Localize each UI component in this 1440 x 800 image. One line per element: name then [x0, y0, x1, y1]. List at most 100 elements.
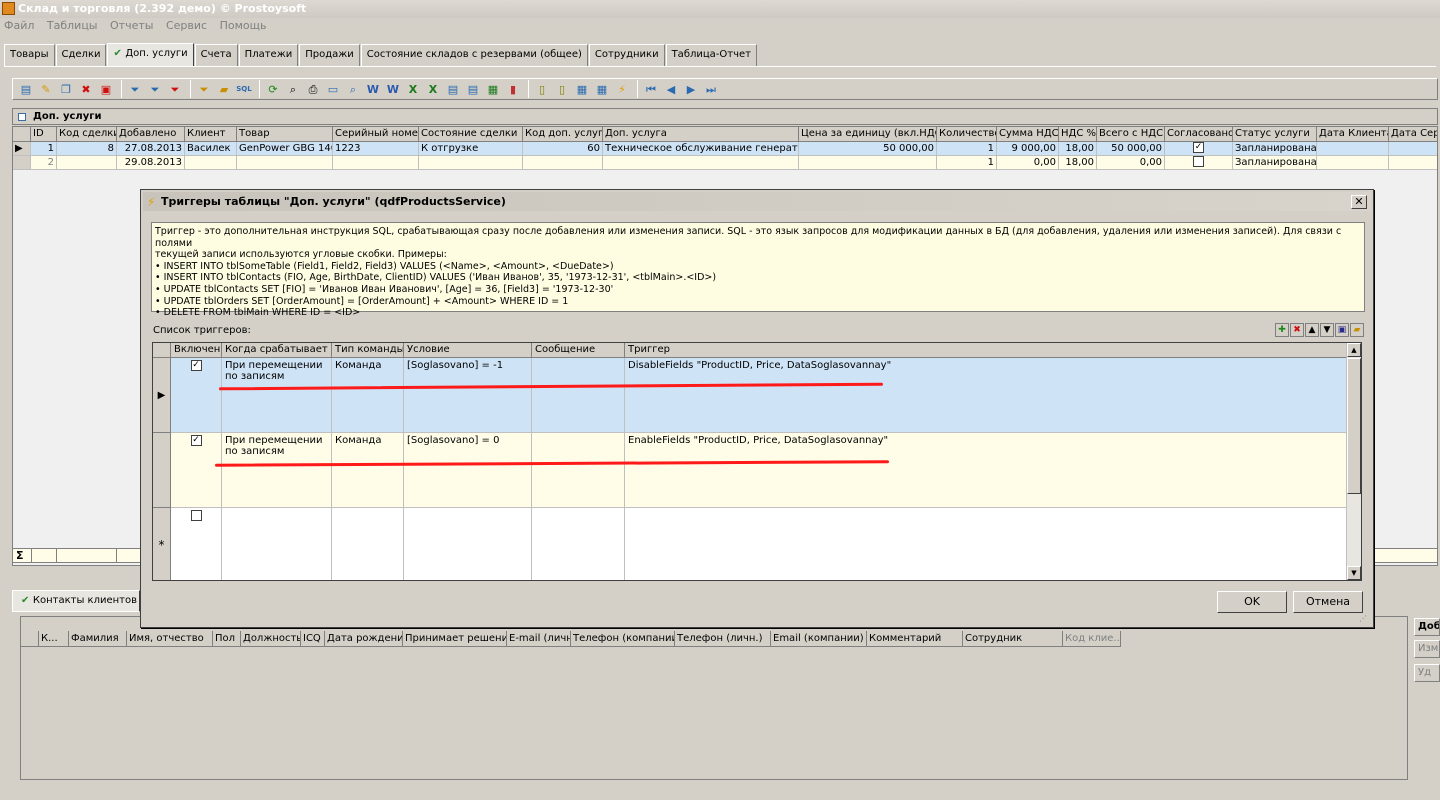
edit-icon[interactable]: ✎ [37, 80, 55, 98]
contacts-header[interactable]: Пол [213, 631, 241, 647]
trigger-enabled-cell[interactable]: ✓ [171, 433, 222, 508]
table-cell[interactable]: Запланирована [1233, 142, 1317, 156]
table-cell[interactable]: 50 000,00 [1097, 142, 1165, 156]
contacts-grid[interactable]: К... Фамилия Имя, отчество Пол Должность… [20, 616, 1408, 780]
trigger-condition-cell[interactable] [404, 508, 532, 580]
grid-header-deal[interactable]: Код сделки [57, 127, 117, 142]
trigger-header-message[interactable]: Сообщение [532, 343, 625, 358]
print-preview-icon[interactable]: ▭ [324, 80, 342, 98]
table-cell[interactable]: GenPower GBG 140 [237, 142, 333, 156]
table-cell[interactable]: 1 [937, 156, 997, 170]
table-cell[interactable]: 1 [31, 142, 57, 156]
table-cell[interactable]: 8 [57, 142, 117, 156]
table-cell[interactable] [185, 156, 237, 170]
scroll-thumb[interactable] [1347, 358, 1361, 494]
filter-funnel-icon[interactable]: ⏷ [195, 80, 213, 98]
report2-icon[interactable]: ▤ [464, 80, 482, 98]
checkbox-unchecked[interactable] [1193, 156, 1204, 167]
trigger-sql-cell[interactable] [625, 508, 1347, 580]
add-trigger-icon[interactable]: ✚ [1275, 323, 1289, 337]
trigger-sql-cell[interactable]: DisableFields "ProductID, Price, DataSog… [625, 358, 1347, 433]
trigger-enabled-cell[interactable]: ✓ [171, 358, 222, 433]
table-cell[interactable]: 0,00 [1097, 156, 1165, 170]
print-icon[interactable]: ⎙ [304, 80, 322, 98]
grid-header-status[interactable]: Статус услуги [1233, 127, 1317, 142]
contacts-header[interactable]: Дата рождения [325, 631, 403, 647]
grid-header-state[interactable]: Состояние сделки [419, 127, 523, 142]
tab-products[interactable]: Товары [4, 44, 55, 66]
trigger-header-enabled[interactable]: Включен [171, 343, 222, 358]
table-cell[interactable] [603, 156, 799, 170]
new-record-icon[interactable]: ▤ [17, 80, 35, 98]
table-cell[interactable] [1317, 156, 1389, 170]
document-edit-icon[interactable]: ▯ [553, 80, 571, 98]
table-cell[interactable]: 60 [523, 142, 603, 156]
tab-report-table[interactable]: Таблица-Отчет [665, 44, 757, 66]
prev-record-icon[interactable]: ◀ [662, 80, 680, 98]
table-cell[interactable] [419, 156, 523, 170]
export-word-icon[interactable]: W [364, 80, 382, 98]
filter-remove-icon[interactable]: ⏷ [166, 80, 184, 98]
tab-invoices[interactable]: Счета [194, 44, 238, 66]
tab-sales[interactable]: Продажи [299, 44, 360, 66]
row-indicator[interactable]: ▶ [153, 358, 171, 433]
cancel-button[interactable]: Отмена [1293, 591, 1363, 613]
trigger-when-cell[interactable]: При перемещении по записям [222, 358, 332, 433]
checkbox-checked[interactable]: ✓ [190, 360, 202, 371]
trigger-message-cell[interactable] [532, 358, 625, 433]
menu-tables[interactable]: Таблицы [47, 19, 98, 32]
contacts-header[interactable]: Фамилия [69, 631, 127, 647]
trigger-header-when[interactable]: Когда срабатывает [222, 343, 332, 358]
agreed-checkbox[interactable] [1165, 156, 1233, 170]
menu-reports[interactable]: Отчеты [110, 19, 153, 32]
delete-contact-button[interactable]: Уд [1414, 664, 1440, 682]
table-cell[interactable]: 1 [937, 142, 997, 156]
grid-header-client[interactable]: Клиент [185, 127, 237, 142]
checkbox-unchecked[interactable] [190, 510, 202, 521]
menu-file[interactable]: Файл [4, 19, 34, 32]
row-indicator[interactable] [13, 156, 31, 170]
grid-header-product[interactable]: Товар [237, 127, 333, 142]
tab-services[interactable]: ✔ Доп. услуги [107, 43, 194, 66]
table-cell[interactable]: Запланирована [1233, 156, 1317, 170]
agreed-checkbox[interactable]: ✓ [1165, 142, 1233, 156]
filter-clear-icon[interactable]: ⏷ [146, 80, 164, 98]
table-cell[interactable] [1317, 142, 1389, 156]
grid-header-id[interactable]: ID [31, 127, 57, 142]
export-word2-icon[interactable]: W [384, 80, 402, 98]
table-cell[interactable]: 0,00 [997, 156, 1059, 170]
grid-header-client-date[interactable]: Дата Клиента [1317, 127, 1389, 142]
tab-payments[interactable]: Платежи [238, 44, 299, 66]
table-icon[interactable]: ▦ [573, 80, 591, 98]
grid-header-qty[interactable]: Количество [937, 127, 997, 142]
next-record-icon[interactable]: ▶ [682, 80, 700, 98]
edit-contact-button[interactable]: Изм [1414, 640, 1440, 658]
trigger-type-cell[interactable]: Команда [332, 358, 404, 433]
search-doc-icon[interactable]: ⌕ [344, 80, 362, 98]
contacts-header[interactable]: Комментарий [867, 631, 963, 647]
tab-deals[interactable]: Сделки [55, 44, 107, 66]
table-cell[interactable]: Техническое обслуживание генератора [603, 142, 799, 156]
first-record-icon[interactable]: ⏮ [642, 80, 660, 98]
table-cell[interactable]: Василек [185, 142, 237, 156]
delete-trigger-icon[interactable]: ✖ [1290, 323, 1304, 337]
grid-header-agreed[interactable]: Согласовано [1165, 127, 1233, 142]
grid-header-serial[interactable]: Серийный номер [333, 127, 419, 142]
tab-stock-state[interactable]: Состояние складов с резервами (общее) [360, 44, 588, 66]
tab-client-contacts[interactable]: ✔ Контакты клиентов [12, 590, 140, 612]
table-cell[interactable] [1389, 142, 1437, 156]
new-row-indicator[interactable]: * [153, 508, 171, 580]
trigger-header-trigger[interactable]: Триггер [625, 343, 1347, 358]
last-record-icon[interactable]: ⏭ [702, 80, 720, 98]
triggers-scrollbar[interactable]: ▲ ▼ [1346, 343, 1361, 580]
menu-help[interactable]: Помощь [220, 19, 267, 32]
table-cell[interactable]: 2 [31, 156, 57, 170]
trigger-type-cell[interactable] [332, 508, 404, 580]
table-cell[interactable] [523, 156, 603, 170]
delete-all-icon[interactable]: ▣ [97, 80, 115, 98]
trigger-message-cell[interactable] [532, 508, 625, 580]
table-cell[interactable]: К отгрузке [419, 142, 523, 156]
table-cell[interactable] [57, 156, 117, 170]
checkbox-checked[interactable]: ✓ [190, 435, 202, 446]
move-up-icon[interactable]: ▲ [1305, 323, 1319, 337]
